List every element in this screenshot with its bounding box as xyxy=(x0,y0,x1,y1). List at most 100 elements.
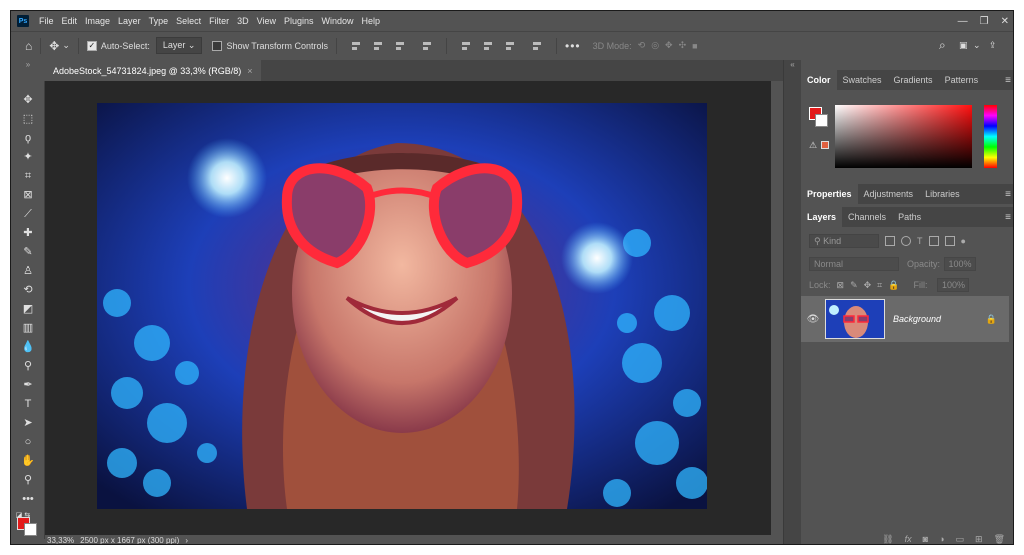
lock-transparent-icon[interactable]: ⊠ xyxy=(837,280,845,291)
menu-window[interactable]: Window xyxy=(318,11,358,31)
tab-adjustments[interactable]: Adjustments xyxy=(858,184,920,204)
document-tab[interactable]: AdobeStock_54731824.jpeg @ 33,3% (RGB/8)… xyxy=(45,60,261,81)
zoom-tool-icon[interactable]: ⚲ xyxy=(20,473,36,487)
opacity-field[interactable]: 100% xyxy=(944,257,977,271)
kind-filter-dropdown[interactable]: ⚲ Kind xyxy=(809,234,879,248)
menu-image[interactable]: Image xyxy=(81,11,114,31)
lock-artboard-icon[interactable]: ⌗ xyxy=(877,280,882,291)
layer-name[interactable]: Background xyxy=(893,314,941,324)
history-brush-tool-icon[interactable]: ⟲ xyxy=(20,283,36,297)
align-vertical-center-icon[interactable] xyxy=(482,41,494,51)
gradient-tool-icon[interactable]: ▥ xyxy=(20,321,36,335)
new-group-icon[interactable]: ▭ xyxy=(956,534,965,545)
color-panel-background[interactable] xyxy=(815,114,828,127)
tab-paths[interactable]: Paths xyxy=(892,207,927,227)
more-options-icon[interactable]: ••• xyxy=(565,39,581,53)
ellipse-tool-icon[interactable]: ○ xyxy=(20,435,36,449)
visibility-eye-icon[interactable]: 👁 xyxy=(801,314,825,325)
close-icon[interactable]: ✕ xyxy=(1001,16,1009,27)
menu-edit[interactable]: Edit xyxy=(58,11,82,31)
blend-mode-dropdown[interactable]: Normal xyxy=(809,257,899,271)
restore-icon[interactable]: ❐ xyxy=(980,16,989,27)
menu-layer[interactable]: Layer xyxy=(114,11,145,31)
new-layer-icon[interactable]: ⊞ xyxy=(975,534,983,545)
distribute-vertical-icon[interactable] xyxy=(531,41,543,51)
edit-toolbar-icon[interactable]: ••• xyxy=(20,492,36,506)
adjustment-layer-icon[interactable]: ◑ xyxy=(939,534,944,544)
pen-tool-icon[interactable]: ✒ xyxy=(20,378,36,392)
home-icon[interactable]: ⌂ xyxy=(25,39,32,53)
align-right-icon[interactable] xyxy=(394,41,406,51)
delete-layer-icon[interactable]: 🗑 xyxy=(994,534,1005,545)
tab-properties[interactable]: Properties xyxy=(801,184,858,204)
menu-filter[interactable]: Filter xyxy=(205,11,233,31)
search-icon[interactable]: ⌕ xyxy=(939,38,946,53)
move-tool-icon[interactable]: ✥ xyxy=(49,39,59,53)
toolbar-collapse-icon[interactable]: » xyxy=(11,60,45,70)
filter-type-icon[interactable]: T xyxy=(917,236,923,246)
frame-tool-icon[interactable]: ⊠ xyxy=(20,188,36,202)
layers-panel-menu-icon[interactable]: ≡ xyxy=(1005,212,1011,223)
workspace-chevron-icon[interactable]: ⌄ xyxy=(973,40,981,51)
hue-slider[interactable] xyxy=(984,105,997,168)
tab-patterns[interactable]: Patterns xyxy=(939,70,985,90)
expand-panels-icon[interactable]: « xyxy=(784,60,801,70)
layer-style-icon[interactable]: fx xyxy=(905,534,912,544)
align-bottom-icon[interactable] xyxy=(504,41,516,51)
menu-type[interactable]: Type xyxy=(145,11,173,31)
crop-tool-icon[interactable]: ⌗ xyxy=(20,169,36,183)
align-left-icon[interactable] xyxy=(350,41,362,51)
marquee-tool-icon[interactable]: ⬚ xyxy=(20,112,36,126)
tab-channels[interactable]: Channels xyxy=(842,207,892,227)
clone-stamp-tool-icon[interactable]: ♙ xyxy=(20,264,36,278)
auto-select-target-dropdown[interactable]: Layer ⌄ xyxy=(155,37,203,54)
lasso-tool-icon[interactable]: ϙ xyxy=(20,131,36,145)
menu-3d[interactable]: 3D xyxy=(233,11,253,31)
link-layers-icon[interactable]: ⛓ xyxy=(882,534,893,545)
tab-layers[interactable]: Layers xyxy=(801,207,843,227)
menu-view[interactable]: View xyxy=(253,11,280,31)
vertical-scrollbar[interactable] xyxy=(771,81,783,535)
lock-position-icon[interactable]: ✥ xyxy=(864,280,872,291)
fill-field[interactable]: 100% xyxy=(937,278,970,292)
filter-adjustment-icon[interactable] xyxy=(901,236,911,246)
workspace-icon[interactable]: ▣ xyxy=(959,40,968,51)
filter-pixel-icon[interactable] xyxy=(885,236,895,246)
lock-all-icon[interactable]: 🔒 xyxy=(888,280,899,291)
eyedropper-tool-icon[interactable]: ⟋ xyxy=(20,207,36,221)
close-tab-icon[interactable]: × xyxy=(247,66,252,76)
minimize-icon[interactable]: — xyxy=(958,16,968,27)
color-panel-menu-icon[interactable]: ≡ xyxy=(1005,75,1011,86)
hand-tool-icon[interactable]: ✋ xyxy=(20,454,36,468)
healing-brush-tool-icon[interactable]: ✚ xyxy=(20,226,36,240)
distribute-horizontal-icon[interactable] xyxy=(421,41,433,51)
filter-toggle-icon[interactable]: ● xyxy=(961,236,966,246)
eraser-tool-icon[interactable]: ◩ xyxy=(20,302,36,316)
gamut-swatch[interactable] xyxy=(821,141,829,149)
zoom-level[interactable]: 33,33% xyxy=(47,536,74,544)
tool-preset-chevron-icon[interactable]: ⌄ xyxy=(62,40,70,51)
add-mask-icon[interactable]: ◙ xyxy=(923,534,928,544)
auto-select-checkbox[interactable]: ✓ xyxy=(86,40,97,51)
background-color-swatch[interactable] xyxy=(24,523,37,536)
share-icon[interactable]: ⇪ xyxy=(989,40,997,51)
menu-help[interactable]: Help xyxy=(358,11,385,31)
status-more-arrow[interactable]: › xyxy=(185,536,188,544)
move-tool-icon[interactable]: ✥ xyxy=(20,93,36,107)
menu-plugins[interactable]: Plugins xyxy=(280,11,318,31)
brush-tool-icon[interactable]: ✎ xyxy=(20,245,36,259)
canvas-area[interactable] xyxy=(45,81,771,535)
dodge-tool-icon[interactable]: ⚲ xyxy=(20,359,36,373)
filter-smart-object-icon[interactable] xyxy=(944,236,955,246)
path-selection-tool-icon[interactable]: ➤ xyxy=(20,416,36,430)
tab-swatches[interactable]: Swatches xyxy=(837,70,888,90)
blur-tool-icon[interactable]: 💧 xyxy=(20,340,36,354)
tab-libraries[interactable]: Libraries xyxy=(919,184,966,204)
tab-color[interactable]: Color xyxy=(801,70,837,90)
tab-gradients[interactable]: Gradients xyxy=(888,70,939,90)
layer-row-background[interactable]: 👁 Background 🔒 xyxy=(801,296,1009,342)
align-top-icon[interactable] xyxy=(460,41,472,51)
menu-select[interactable]: Select xyxy=(172,11,205,31)
align-horizontal-center-icon[interactable] xyxy=(372,41,384,51)
menu-file[interactable]: File xyxy=(35,11,58,31)
